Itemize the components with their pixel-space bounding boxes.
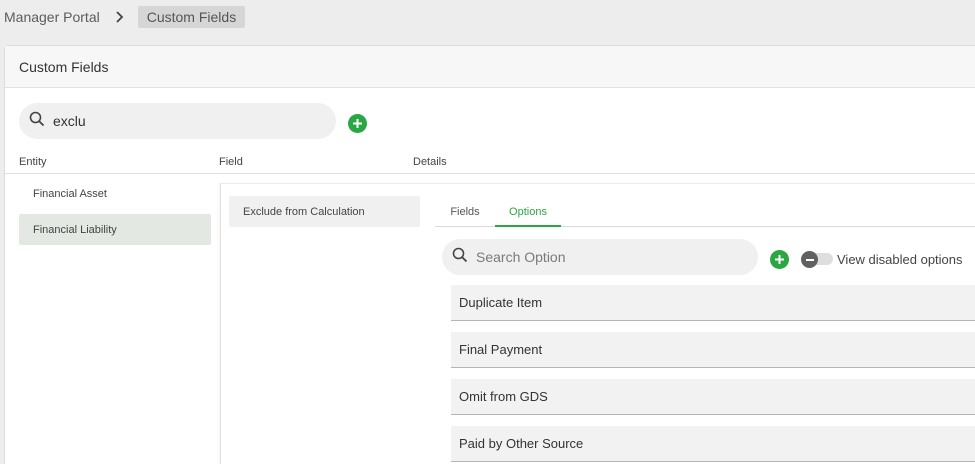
breadcrumb-manager-portal[interactable]: Manager Portal — [4, 9, 100, 25]
field-item-exclude-from-calculation[interactable]: Exclude from Calculation — [229, 196, 420, 227]
add-option-button[interactable] — [770, 250, 789, 269]
tab-active-indicator — [495, 225, 561, 227]
option-item-duplicate-item[interactable]: Duplicate Item — [451, 285, 975, 321]
column-header-details: Details — [413, 156, 447, 168]
column-header-field: Field — [219, 156, 243, 168]
minus-icon — [801, 251, 818, 268]
breadcrumb-custom-fields: Custom Fields — [137, 6, 246, 28]
entity-item-financial-asset[interactable]: Financial Asset — [19, 178, 211, 209]
option-search-box — [442, 239, 758, 275]
option-label: Final Payment — [459, 342, 543, 357]
option-item-omit-from-gds[interactable]: Omit from GDS — [451, 379, 975, 415]
option-search-input[interactable] — [476, 249, 716, 265]
view-disabled-label: View disabled options — [837, 252, 963, 267]
entity-item-financial-liability[interactable]: Financial Liability — [19, 214, 211, 245]
field-label: Exclude from Calculation — [243, 205, 365, 218]
search-icon — [452, 247, 468, 268]
tab-options[interactable]: Options — [495, 197, 561, 227]
tab-label: Fields — [450, 206, 480, 218]
plus-icon — [353, 119, 362, 128]
plus-icon — [775, 255, 784, 264]
column-header-entity: Entity — [19, 156, 47, 168]
chevron-right-icon — [110, 7, 130, 27]
option-item-paid-by-other-source[interactable]: Paid by Other Source — [451, 426, 975, 462]
option-item-final-payment[interactable]: Final Payment — [451, 332, 975, 368]
add-custom-field-button[interactable] — [348, 114, 367, 133]
view-disabled-toggle[interactable] — [801, 251, 834, 268]
card-header: Custom Fields — [5, 46, 975, 88]
option-label: Omit from GDS — [459, 389, 548, 404]
search-input[interactable] — [53, 113, 293, 129]
option-label: Duplicate Item — [459, 295, 543, 310]
entity-label: Financial Liability — [33, 223, 117, 236]
search-icon — [29, 111, 45, 132]
breadcrumb: Manager Portal Custom Fields — [0, 0, 975, 34]
entity-label: Financial Asset — [33, 187, 107, 200]
option-label: Paid by Other Source — [459, 436, 584, 451]
search-box — [19, 103, 336, 139]
tab-label: Options — [509, 206, 547, 218]
custom-fields-card: Custom Fields Entity Field Details Finan… — [4, 45, 975, 464]
header-divider — [5, 173, 975, 174]
tab-fields[interactable]: Fields — [435, 197, 495, 227]
card-title: Custom Fields — [19, 58, 109, 75]
